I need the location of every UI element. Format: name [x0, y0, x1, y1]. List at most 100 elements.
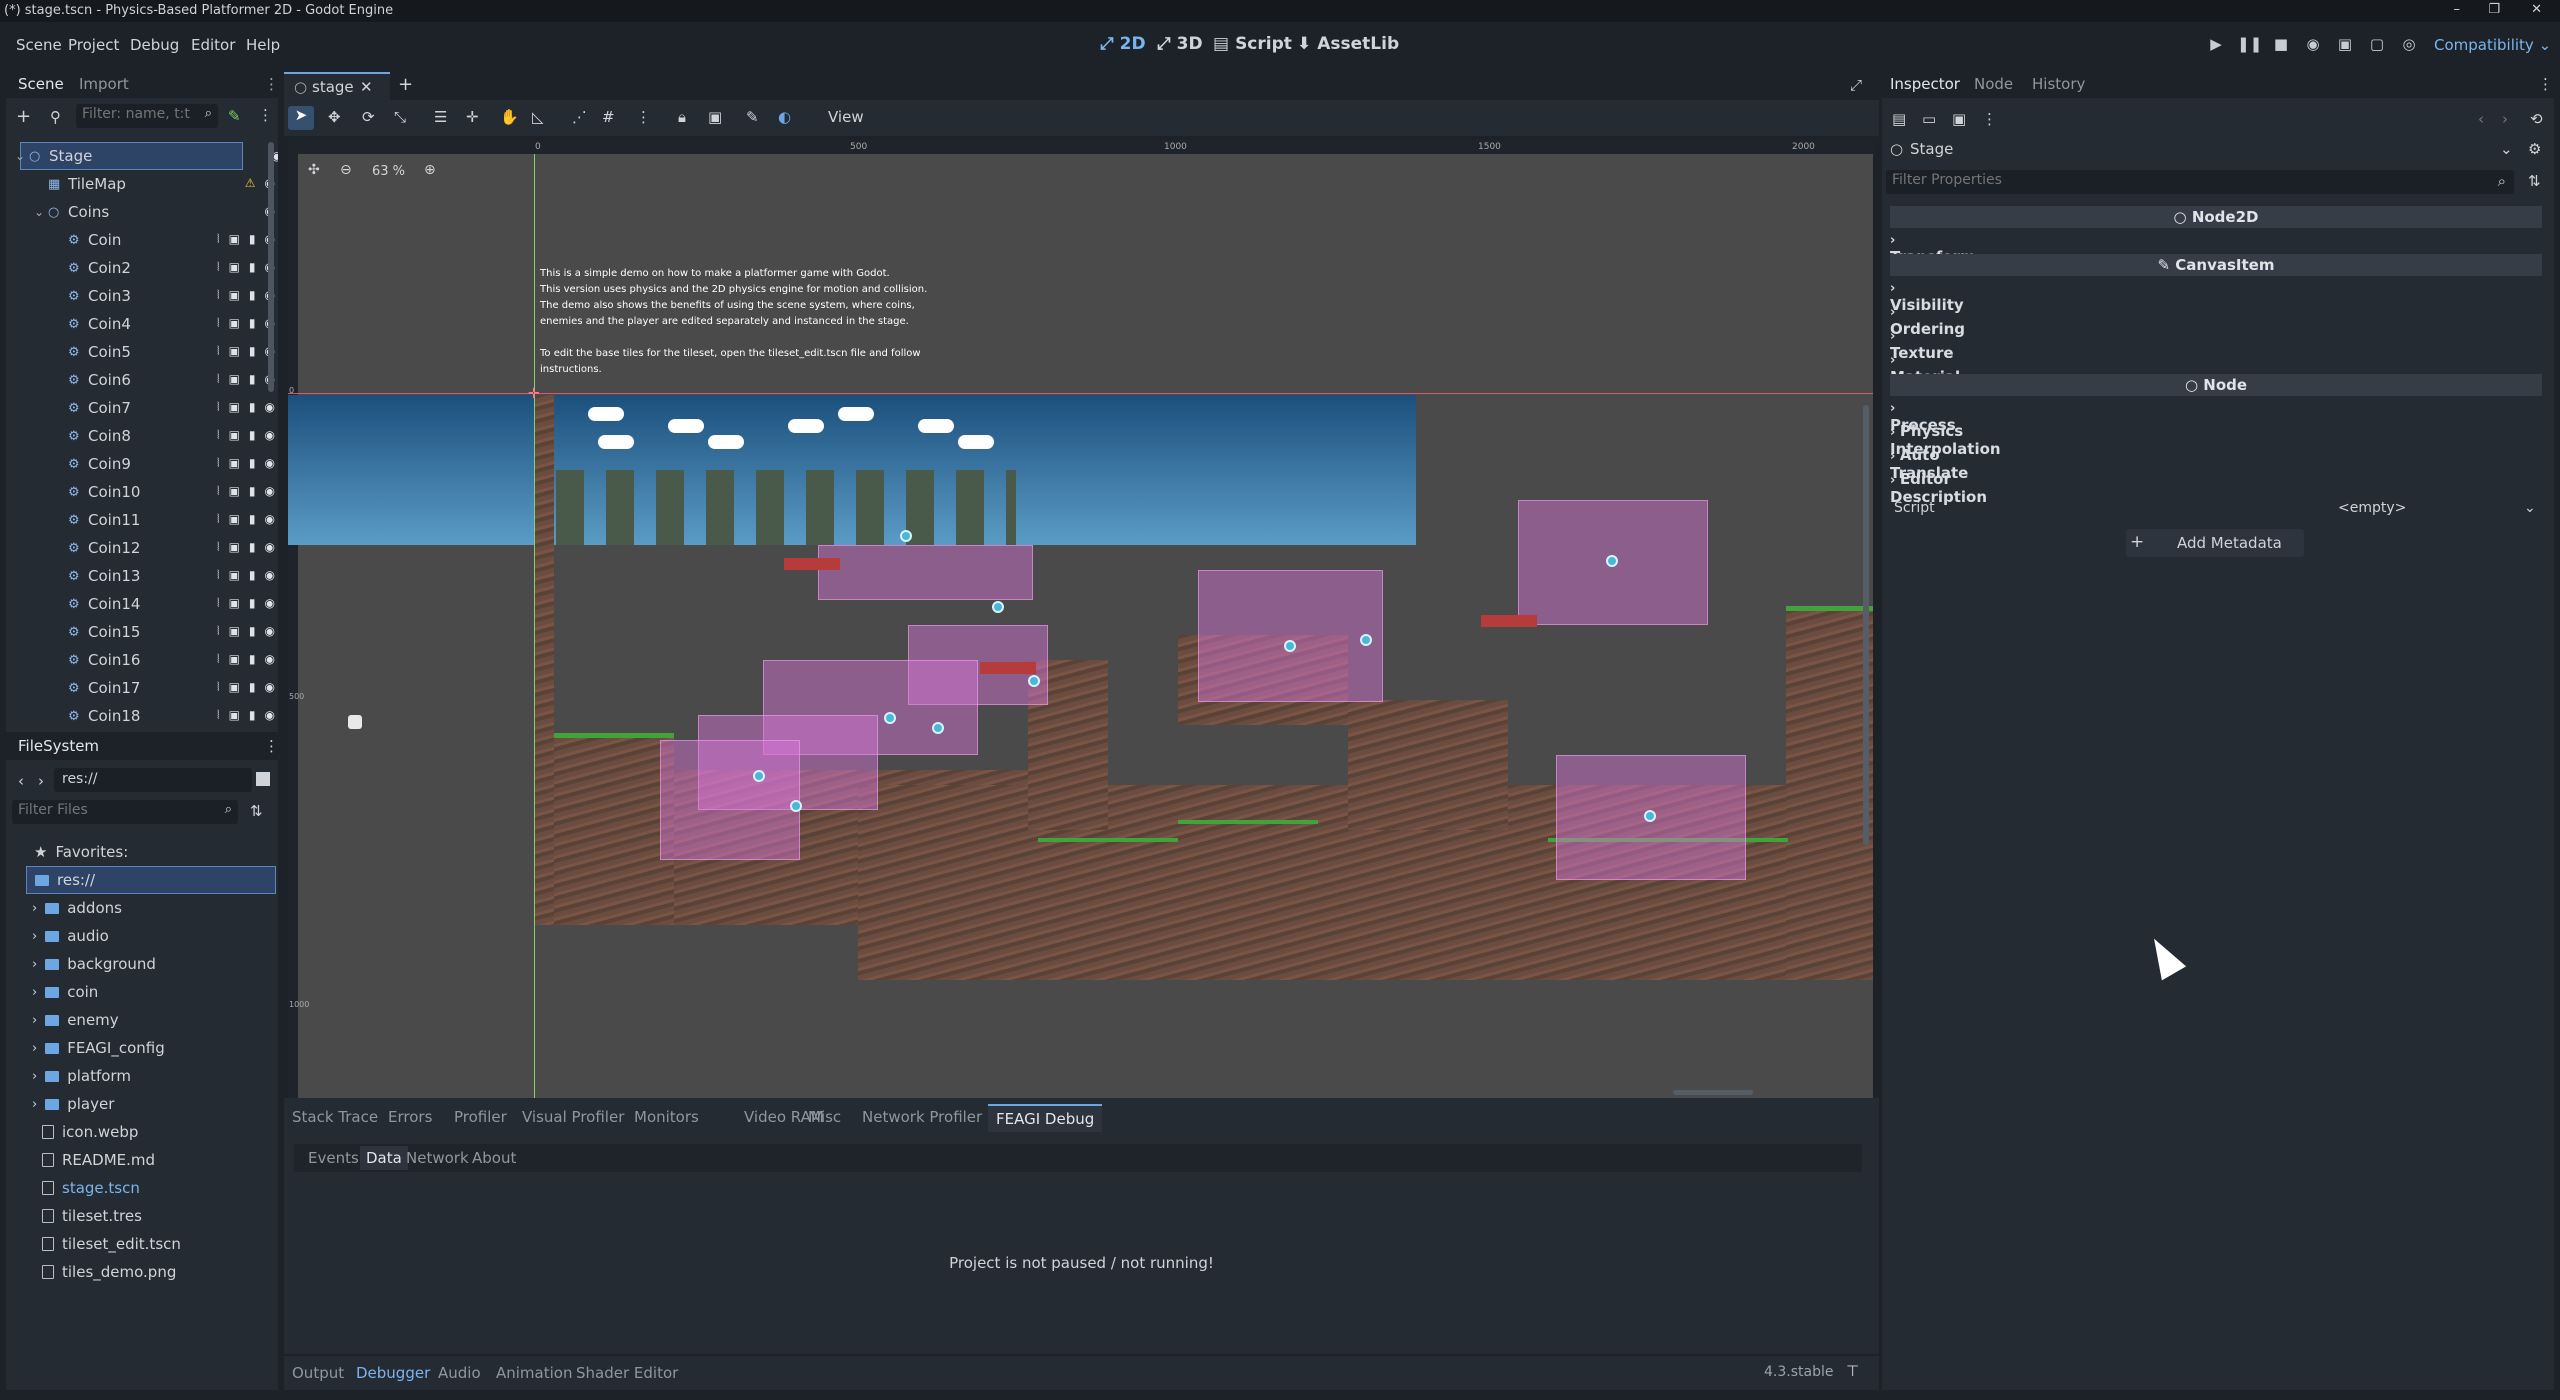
tree-item-coin7[interactable]: ⚙ Coin7 ⦚ ▣ ▮ ◉: [20, 394, 275, 422]
mode-script[interactable]: ▤ Script: [1213, 34, 1292, 54]
fs-filter-input[interactable]: [18, 802, 198, 818]
pin-panel-icon[interactable]: ⊤: [1846, 1362, 1859, 1380]
visibility-icon[interactable]: ◉: [265, 596, 275, 611]
group-icon[interactable]: ▣: [229, 372, 240, 387]
open-folder-icon[interactable]: ▭: [1922, 110, 1936, 128]
instance-icon[interactable]: ▮: [249, 316, 256, 331]
instance-icon[interactable]: ▮: [249, 596, 256, 611]
expand-arrow-icon[interactable]: ⌄: [34, 205, 44, 219]
fs-path-field[interactable]: res://: [54, 768, 252, 792]
new-resource-icon[interactable]: ▤: [1892, 110, 1906, 128]
fs-more-icon[interactable]: ⋮: [264, 737, 279, 755]
signal-icon[interactable]: ⦚: [217, 456, 220, 471]
script-dropdown-icon[interactable]: ⌄: [2524, 500, 2536, 516]
view-menu[interactable]: View: [828, 108, 864, 126]
signal-icon[interactable]: ⦚: [217, 596, 220, 611]
group-icon[interactable]: ▣: [229, 680, 240, 695]
snap-options-icon[interactable]: ⋮: [636, 108, 651, 126]
group-icon[interactable]: ▣: [229, 540, 240, 555]
center-view-icon[interactable]: ✣: [308, 162, 320, 178]
expand-arrow-icon[interactable]: ⌄: [15, 149, 25, 163]
object-dropdown-icon[interactable]: ⌄: [2500, 140, 2513, 158]
group-icon[interactable]: ▣: [229, 652, 240, 667]
signal-icon[interactable]: ⦚: [217, 288, 220, 303]
tree-item-coin16[interactable]: ⚙ Coin16 ⦚ ▣ ▮ ◉: [20, 646, 275, 674]
debugger-tab[interactable]: FEAGI Debug: [988, 1104, 1103, 1132]
script-value[interactable]: <empty>: [2338, 500, 2406, 516]
skeleton-icon[interactable]: ✎: [746, 108, 759, 126]
instance-icon[interactable]: ▮: [249, 484, 256, 499]
instance-icon[interactable]: ▮: [249, 456, 256, 471]
mode-2d[interactable]: ⤢ 2D: [1100, 34, 1146, 54]
tree-item-coin3[interactable]: ⚙Coin3⦚▣▮◉: [20, 282, 275, 310]
attach-script-icon[interactable]: ✎: [228, 107, 241, 125]
more-icon[interactable]: ⋮: [264, 75, 279, 93]
fs-file-item[interactable]: tiles_demo.png: [42, 1258, 176, 1286]
property-filter-input[interactable]: [1892, 172, 2472, 188]
fs-root-row[interactable]: res://: [26, 866, 276, 894]
visibility-icon[interactable]: ◉: [265, 484, 275, 499]
instance-icon[interactable]: ▮: [249, 344, 256, 359]
signal-icon[interactable]: ⦚: [217, 568, 220, 583]
expand-arrow-icon[interactable]: ›: [32, 929, 37, 944]
instance-icon[interactable]: ▮: [249, 400, 256, 415]
pan-tool-icon[interactable]: ✋: [500, 108, 519, 126]
node-settings-icon[interactable]: ⚙: [2528, 140, 2541, 158]
tree-item-coin6[interactable]: ⚙Coin6⦚▣▮◉: [20, 366, 275, 394]
group-icon[interactable]: ▣: [229, 260, 240, 275]
signal-icon[interactable]: ⦚: [217, 708, 220, 723]
debugger-tab[interactable]: Stack Trace: [292, 1108, 378, 1126]
debugger-tab[interactable]: Misc: [808, 1108, 841, 1126]
visibility-tool-icon[interactable]: ◐: [778, 108, 791, 126]
fs-folder-item[interactable]: › audio: [32, 922, 109, 950]
group-icon[interactable]: ▣: [229, 596, 240, 611]
movie-icon[interactable]: ◎: [2398, 35, 2420, 57]
signal-icon[interactable]: ⦚: [217, 484, 220, 499]
play-scene-icon[interactable]: ▣: [2334, 35, 2356, 57]
add-node-icon[interactable]: +: [16, 106, 31, 127]
group-icon[interactable]: ▣: [229, 624, 240, 639]
group-icon[interactable]: ▣: [229, 568, 240, 583]
group-icon[interactable]: ▣: [229, 512, 240, 527]
scale-tool-icon[interactable]: ⤡: [394, 108, 406, 126]
feagi-subtab[interactable]: Data: [360, 1146, 408, 1170]
tree-item-coin12[interactable]: ⚙ Coin12 ⦚ ▣ ▮ ◉: [20, 534, 275, 562]
fs-file-item[interactable]: tileset_edit.tscn: [42, 1230, 181, 1258]
group-icon[interactable]: ▣: [708, 108, 722, 126]
tab-scene[interactable]: Scene: [18, 75, 64, 93]
visibility-icon[interactable]: ◉: [265, 708, 275, 723]
fs-file-item[interactable]: stage.tscn: [42, 1174, 140, 1202]
grid-snap-icon[interactable]: #: [602, 108, 615, 126]
feagi-subtab[interactable]: About: [472, 1149, 516, 1167]
signal-icon[interactable]: ⦚: [217, 428, 220, 443]
canvas-viewport[interactable]: 0 500 1000 1500 2000 0 500 1000 ✣ ⊖ 63 %…: [288, 140, 1873, 1098]
extra-options-icon[interactable]: ⋮: [1982, 110, 1997, 128]
inspector-more-icon[interactable]: ⋮: [2538, 75, 2553, 93]
zoom-in-icon[interactable]: ⊕: [424, 162, 436, 178]
feagi-subtab[interactable]: Events: [308, 1149, 359, 1167]
fs-folder-item[interactable]: › background: [32, 950, 156, 978]
debugger-tab[interactable]: Profiler: [454, 1108, 507, 1126]
tab-node[interactable]: Node: [1974, 75, 2013, 93]
debugger-tab[interactable]: Visual Profiler: [522, 1108, 624, 1126]
tree-item-coin17[interactable]: ⚙ Coin17 ⦚ ▣ ▮ ◉: [20, 674, 275, 702]
tab-history[interactable]: History: [2032, 75, 2085, 93]
signal-icon[interactable]: ⦚: [217, 540, 220, 555]
add-metadata-button[interactable]: + Add Metadata: [2126, 529, 2304, 557]
tree-item-coin10[interactable]: ⚙ Coin10 ⦚ ▣ ▮ ◉: [20, 478, 275, 506]
close-icon[interactable]: ✕: [2531, 2, 2542, 17]
sort-icon[interactable]: ⇅: [250, 802, 263, 820]
instance-icon[interactable]: ▮: [249, 568, 256, 583]
tree-item-coin8[interactable]: ⚙ Coin8 ⦚ ▣ ▮ ◉: [20, 422, 275, 450]
group-icon[interactable]: ▣: [229, 456, 240, 471]
fs-filter-box[interactable]: ⌕: [12, 800, 238, 824]
visibility-icon[interactable]: ◉: [265, 428, 275, 443]
bottom-tab[interactable]: Output: [292, 1364, 344, 1382]
tree-item-coin15[interactable]: ⚙ Coin15 ⦚ ▣ ▮ ◉: [20, 618, 275, 646]
remote-debug-icon[interactable]: ◉: [2302, 35, 2324, 57]
scene-tree-scrollbar[interactable]: [268, 142, 274, 392]
expand-arrow-icon[interactable]: ›: [32, 1069, 37, 1084]
mode-3d[interactable]: ⤢ 3D: [1157, 34, 1203, 54]
tree-item-coin11[interactable]: ⚙ Coin11 ⦚ ▣ ▮ ◉: [20, 506, 275, 534]
menu-scene[interactable]: Scene: [16, 36, 62, 54]
